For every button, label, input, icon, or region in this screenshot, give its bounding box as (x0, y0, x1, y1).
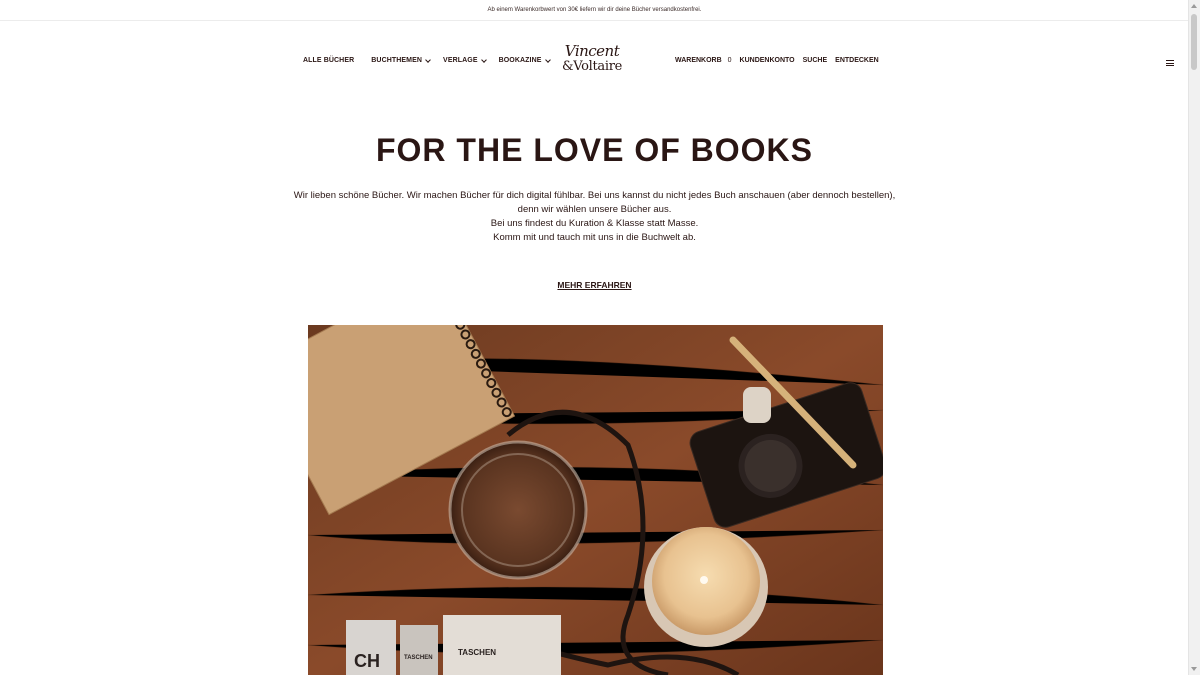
intro-line: denn wir wählen unsere Bücher aus. (517, 204, 672, 215)
site-header: ALLE BÜCHER BUCHTHEMEN VERLAGE BOOKAZINE… (0, 40, 1189, 86)
scroll-down-icon[interactable] (1191, 667, 1197, 671)
nav-item-alle-buecher[interactable]: ALLE BÜCHER (303, 57, 354, 64)
intro-line: Wir lieben schöne Bücher. Wir machen Büc… (293, 190, 896, 201)
cart-label: WARENKORB (675, 57, 722, 64)
search-link[interactable]: SUCHE (803, 57, 828, 64)
hero-photo-illustration: CH TASCHEN TASCHEN (308, 325, 883, 675)
shipping-announcement-text: Ab einem Warenkorbwert von 30€ liefern w… (487, 7, 702, 13)
nav-item-label: BUCHTHEMEN (371, 57, 423, 64)
discover-label: ENTDECKEN (835, 57, 879, 64)
intro-line: Komm mit und tauch mit uns in die Buchwe… (493, 232, 696, 243)
cart-count-badge: 0 (727, 57, 732, 64)
nav-item-verlage[interactable]: VERLAGE (443, 56, 487, 64)
logo-line-1: Vincent (564, 42, 620, 60)
hero-photo: CH TASCHEN TASCHEN (308, 325, 883, 675)
book-spine-label: TASCHEN (404, 655, 433, 661)
account-nav: WARENKORB 0 KUNDENKONTO SUCHE ENTDECKEN (675, 57, 887, 64)
book-spine-label: CH (354, 651, 380, 671)
more-link-wrapper: MEHR ERFAHREN (0, 280, 1189, 290)
nav-item-buchthemen[interactable]: BUCHTHEMEN (371, 56, 431, 64)
more-info-link[interactable]: MEHR ERFAHREN (557, 280, 631, 290)
discover-link[interactable]: ENTDECKEN (835, 57, 879, 64)
menu-icon[interactable] (1166, 60, 1174, 66)
page-title: FOR THE LOVE OF BOOKS (375, 132, 813, 168)
book-spine-label: TASCHEN (458, 648, 496, 657)
scrollbar-thumb[interactable] (1191, 14, 1197, 70)
nav-item-label: BOOKAZINE (498, 57, 542, 64)
logo-line-2: &Voltaire (561, 59, 623, 74)
intro-line: Bei uns findest du Kuration & Klasse sta… (490, 218, 699, 229)
shipping-announcement-bar: Ab einem Warenkorbwert von 30€ liefern w… (0, 0, 1189, 21)
nav-item-bookazine[interactable]: BOOKAZINE (498, 56, 551, 64)
nav-item-label: VERLAGE (443, 57, 478, 64)
nav-item-label: ALLE BÜCHER (303, 57, 355, 64)
page: Ab einem Warenkorbwert von 30€ liefern w… (0, 0, 1200, 675)
search-label: SUCHE (802, 57, 828, 64)
chevron-down-icon (544, 56, 551, 63)
scroll-up-icon[interactable] (1191, 4, 1197, 8)
page-scrollbar[interactable] (1188, 0, 1200, 675)
main-nav: ALLE BÜCHER BUCHTHEMEN VERLAGE BOOKAZINE (303, 56, 563, 64)
cart-link[interactable]: WARENKORB 0 (675, 57, 732, 64)
chevron-down-icon (480, 56, 487, 63)
chevron-down-icon (425, 56, 431, 63)
intro-text: Wir lieben schöne Bücher. Wir machen Büc… (0, 189, 1189, 245)
site-logo[interactable]: Vincent &Voltaire (556, 43, 628, 83)
account-link[interactable]: KUNDENKONTO (740, 57, 795, 64)
account-label: KUNDENKONTO (739, 57, 795, 64)
